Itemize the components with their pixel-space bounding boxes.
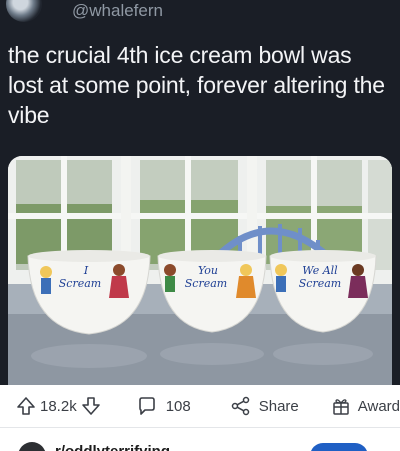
bowl-3-text-line2: Scream [299,277,341,290]
upvote-arrow-icon[interactable] [16,396,36,416]
bowl-2-text-line2: Scream [185,277,227,290]
avatar [6,0,42,22]
next-post-preview: r/oddlyterrifying [0,432,400,451]
comment-count: 108 [165,397,191,415]
join-button[interactable] [310,443,368,451]
share-label: Share [258,397,299,415]
tweet-header: @whalefern [6,0,163,22]
post-action-bar: 18.2k 108 Share Award [0,385,400,427]
award-button[interactable]: Award [331,396,400,416]
post-divider [0,427,400,428]
bowl-1-text-line2: Scream [59,277,101,290]
downvote-arrow-icon[interactable] [81,396,101,416]
tweet-screenshot: @whalefern the crucial 4th ice cream bow… [0,0,400,385]
award-label: Award [357,397,400,415]
gift-icon [333,399,349,415]
upvote-count: 18.2k [40,397,77,415]
subreddit-name[interactable]: r/oddlyterrifying [55,443,170,451]
share-button[interactable]: Share [231,396,299,416]
bowl-3-text-line1: We All [302,264,338,277]
comment-bubble-icon [138,397,155,415]
vote-group: 18.2k [16,396,101,416]
share-icon [231,396,249,416]
tweet-text: the crucial 4th ice cream bowl was lost … [8,42,385,128]
subreddit-avatar[interactable] [18,442,46,451]
tweet-photo: I Scream You Scream We All Scream [8,156,392,385]
tweet-handle: @whalefern [72,1,163,20]
bowl-2-text-line1: You [198,264,218,277]
comments-button[interactable]: 108 [137,396,191,416]
bowl-1-text-line1: I [83,264,89,277]
